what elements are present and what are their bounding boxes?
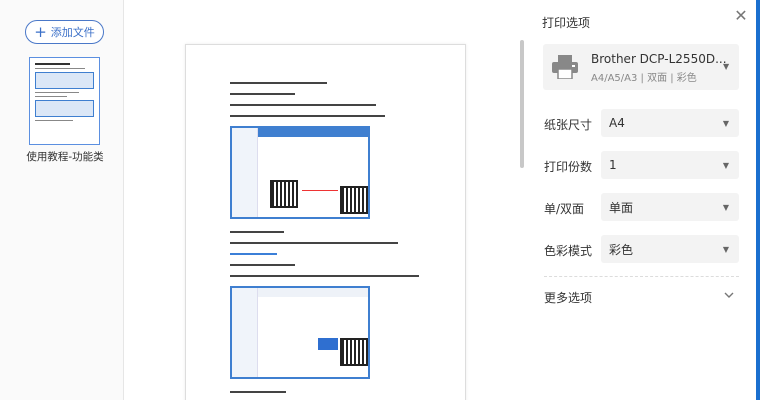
copies-label: 打印份数 <box>544 160 593 174</box>
chevron-down-icon: ▼ <box>722 203 729 212</box>
duplex-value: 单面 <box>609 200 634 215</box>
print-dialog: + 添加文件 使用教程-功能类 打印选项 ✕ Brother DCP-L2550… <box>0 0 756 400</box>
printer-paper-info: A4/A5/A3 | 双面 | 彩色 <box>591 73 697 84</box>
chevron-down-icon: ▼ <box>723 62 730 71</box>
print-preview <box>124 0 525 400</box>
more-options-toggle[interactable]: 更多选项 <box>544 289 739 305</box>
duplex-select[interactable]: 单面 ▼ <box>601 193 739 221</box>
more-options-label: 更多选项 <box>544 291 593 305</box>
divider <box>544 276 739 277</box>
print-settings-panel: 打印选项 ✕ Brother DCP-L2550D... A4/A5/A3 | … <box>525 0 756 400</box>
copies-value: 1 <box>609 158 617 172</box>
add-file-label: 添加文件 <box>50 26 95 39</box>
color-mode-label: 色彩模式 <box>544 244 593 258</box>
duplex-label: 单/双面 <box>544 202 585 216</box>
paper-size-select[interactable]: A4 ▼ <box>601 109 739 137</box>
preview-screenshot <box>230 126 370 219</box>
printer-icon <box>552 55 578 79</box>
chevron-down-icon: ▼ <box>722 245 729 254</box>
add-file-button[interactable]: + 添加文件 <box>25 20 104 44</box>
document-thumbnail[interactable] <box>29 57 100 145</box>
chevron-down-icon: ▼ <box>722 119 729 128</box>
paper-size-value: A4 <box>609 116 625 130</box>
printer-selector[interactable]: Brother DCP-L2550D... A4/A5/A3 | 双面 | 彩色… <box>543 44 739 90</box>
copies-select[interactable]: 1 ▼ <box>601 151 739 179</box>
close-icon[interactable]: ✕ <box>733 8 749 24</box>
preview-scrollbar[interactable] <box>520 40 524 168</box>
thumbnail-label: 使用教程-功能类 <box>26 151 104 163</box>
preview-screenshot <box>230 286 370 379</box>
color-mode-select[interactable]: 彩色 ▼ <box>601 235 739 263</box>
panel-title: 打印选项 <box>542 16 591 30</box>
paper-size-label: 纸张尺寸 <box>544 118 593 132</box>
plus-icon: + <box>34 22 47 41</box>
chevron-down-icon <box>724 292 734 298</box>
chevron-down-icon: ▼ <box>722 161 729 170</box>
color-mode-value: 彩色 <box>609 242 634 257</box>
thumbnail-panel: + 添加文件 使用教程-功能类 <box>0 0 124 400</box>
printer-name: Brother DCP-L2550D... <box>591 52 727 66</box>
preview-page <box>185 44 466 400</box>
